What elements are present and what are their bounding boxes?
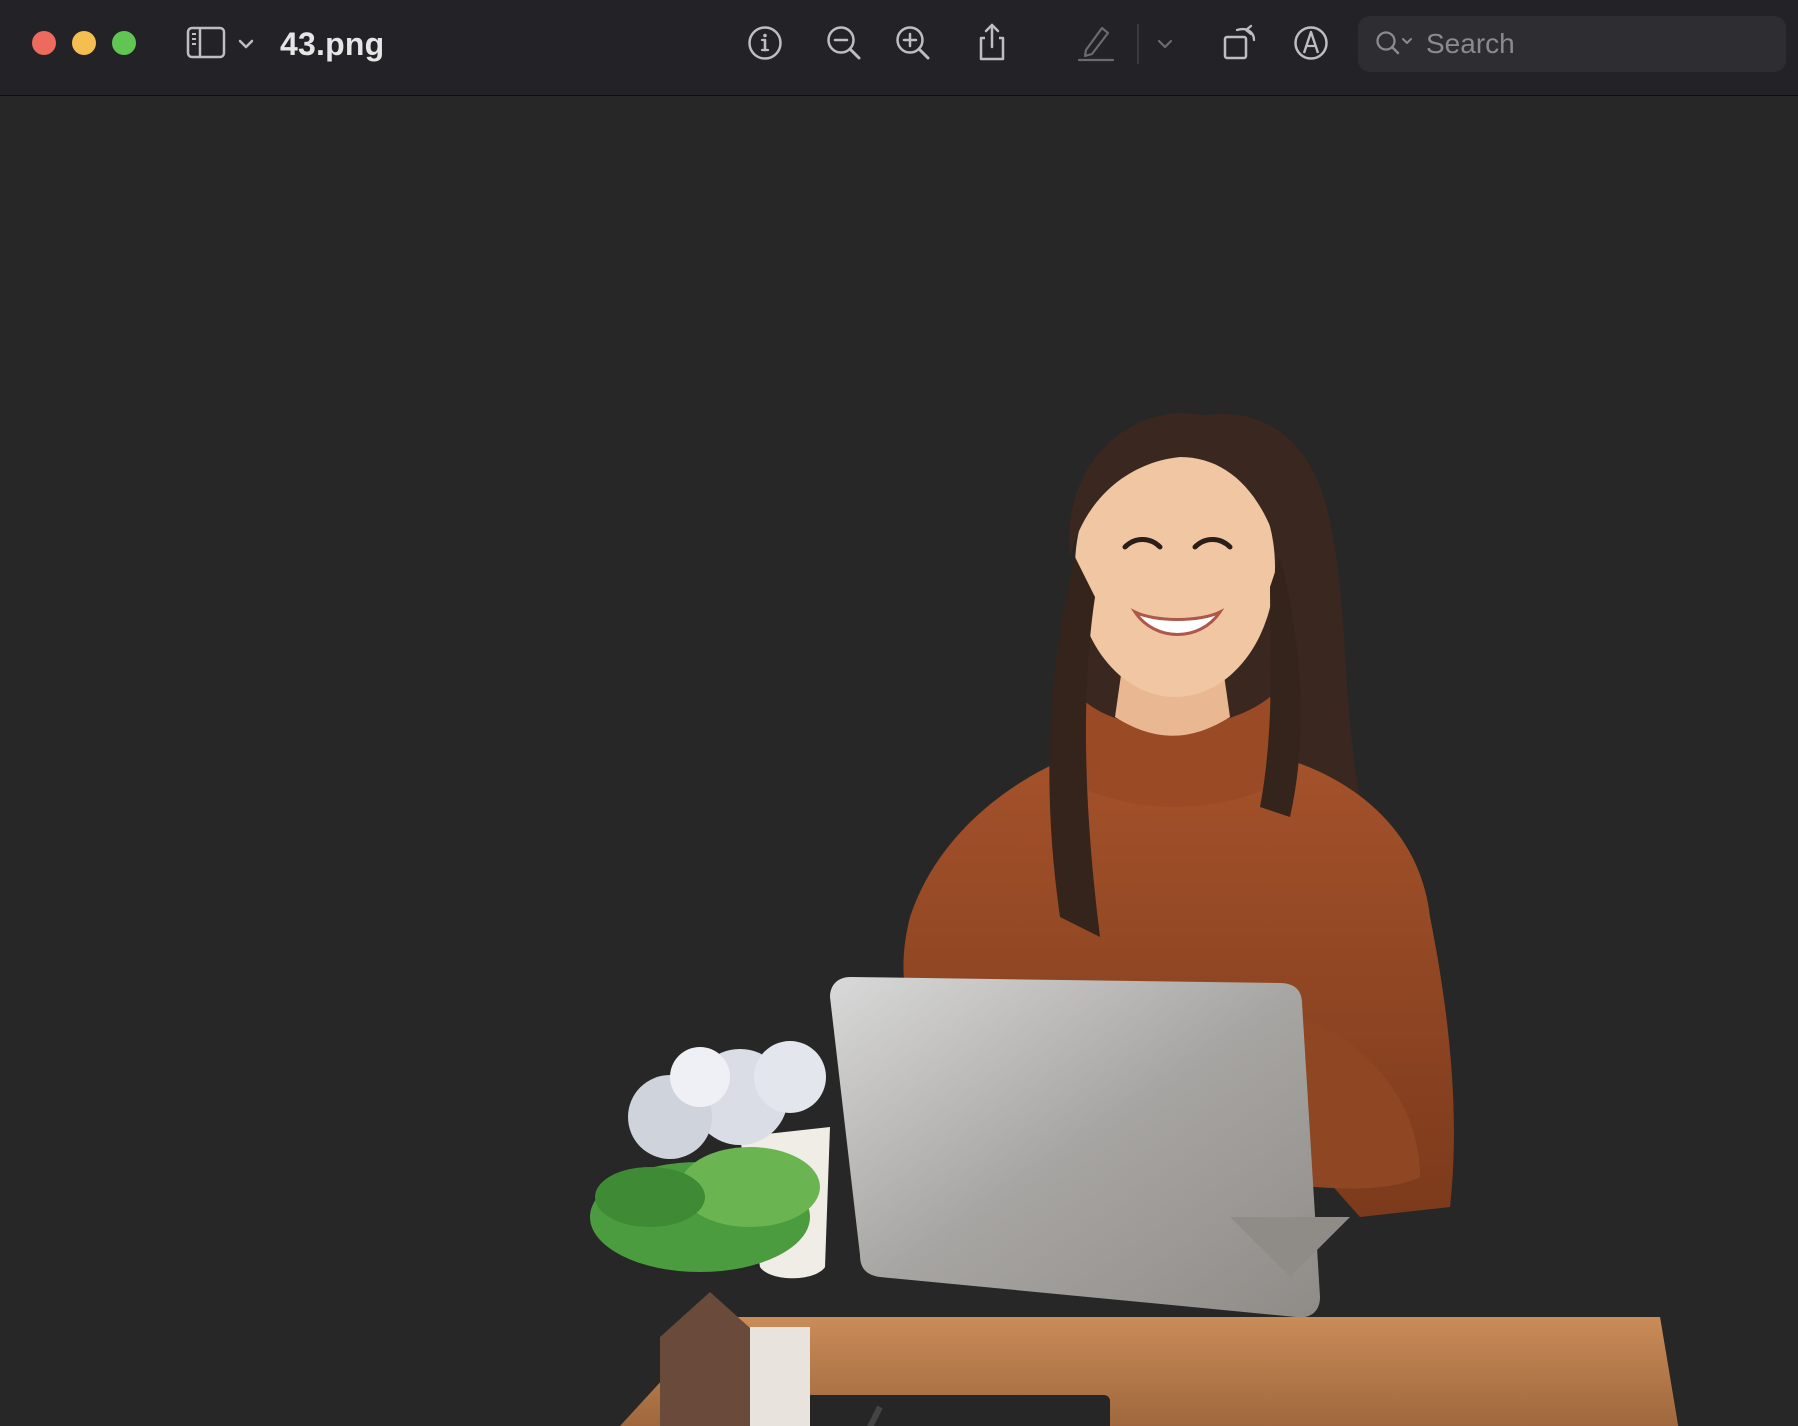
toolbar-divider	[1137, 24, 1139, 64]
highlight-button[interactable]	[1073, 20, 1119, 66]
search-icon	[1374, 29, 1416, 59]
photo-illustration	[590, 413, 1679, 1426]
sidebar-icon	[186, 26, 254, 59]
info-icon	[748, 26, 782, 60]
sidebar-toggle-button[interactable]	[186, 26, 266, 60]
search-input[interactable]	[1426, 24, 1766, 64]
image-content	[580, 397, 1740, 1426]
document-title: 43.png	[280, 26, 385, 62]
search-field[interactable]	[1358, 16, 1786, 72]
zoom-in-icon	[896, 26, 930, 60]
rotate-button[interactable]	[1217, 20, 1263, 66]
zoom-out-icon	[827, 26, 861, 60]
preview-window: 43.png	[0, 0, 1798, 1426]
share-icon	[979, 23, 1005, 61]
close-window-button[interactable]	[32, 31, 56, 55]
zoom-in-button[interactable]	[890, 20, 936, 66]
titlebar: 43.png	[0, 0, 1798, 96]
chevron-down-icon	[1157, 39, 1173, 49]
markup-button[interactable]	[1288, 20, 1334, 66]
highlight-pen-icon	[1077, 26, 1115, 62]
highlight-options-button[interactable]	[1142, 20, 1188, 66]
share-button[interactable]	[969, 20, 1015, 66]
info-button[interactable]	[742, 20, 788, 66]
markup-icon	[1294, 26, 1328, 60]
image-canvas	[0, 97, 1798, 1426]
maximize-window-button[interactable]	[112, 31, 136, 55]
rotate-icon	[1223, 24, 1256, 60]
minimize-window-button[interactable]	[72, 31, 96, 55]
zoom-out-button[interactable]	[821, 20, 867, 66]
